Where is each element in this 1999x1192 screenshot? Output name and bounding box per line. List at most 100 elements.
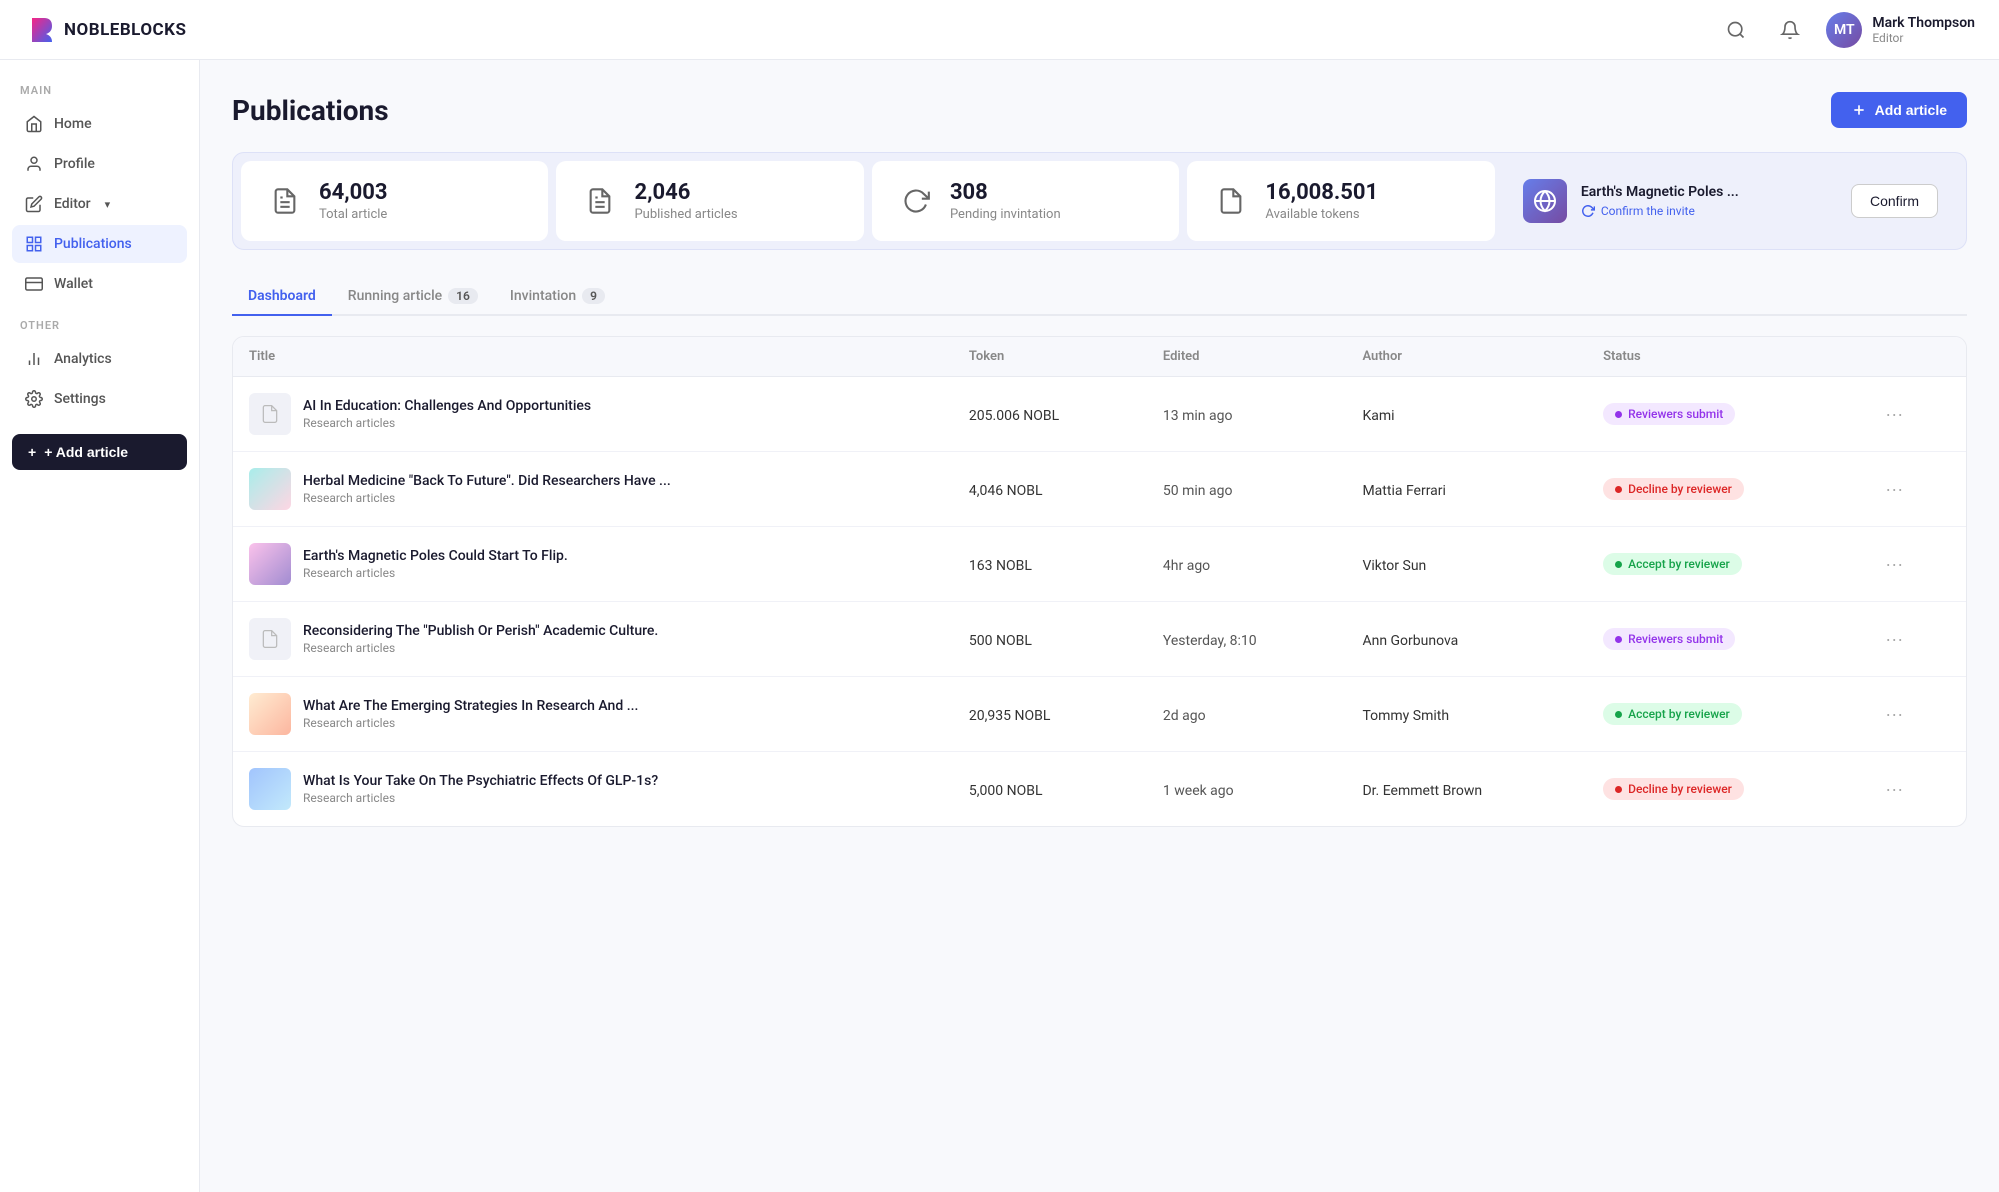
confirm-invite-button[interactable]: Confirm (1851, 184, 1938, 218)
search-button[interactable] (1718, 12, 1754, 48)
sidebar-main-section: MAIN Home Profile Editor ▾ (12, 84, 187, 303)
profile-icon (24, 154, 44, 174)
tab-dashboard-label: Dashboard (248, 288, 316, 304)
layout: MAIN Home Profile Editor ▾ (0, 0, 1999, 1192)
cell-status: Accept by reviewer (1587, 527, 1861, 602)
stat-total-value: 64,003 (319, 180, 388, 205)
cell-actions: ··· (1861, 677, 1966, 752)
cell-edited: 2d ago (1147, 677, 1347, 752)
article-title: Reconsidering The "Publish Or Perish" Ac… (303, 623, 658, 639)
sidebar-item-settings[interactable]: Settings (12, 380, 187, 418)
status-badge: Accept by reviewer (1603, 553, 1742, 575)
article-info: Herbal Medicine "Back To Future". Did Re… (303, 473, 671, 505)
sidebar-add-article-button[interactable]: + + Add article (12, 434, 187, 470)
confirm-card-sub-text: Confirm the invite (1601, 204, 1695, 218)
edited-value: 13 min ago (1163, 408, 1233, 424)
col-author: Author (1346, 337, 1587, 377)
author-value: Mattia Ferrari (1362, 483, 1446, 499)
cell-edited: 50 min ago (1147, 452, 1347, 527)
stat-tokens-icon (1211, 181, 1251, 221)
sidebar-item-wallet[interactable]: Wallet (12, 265, 187, 303)
article-type: Research articles (303, 641, 658, 655)
article-thumb (249, 393, 291, 435)
cell-token: 5,000 NOBL (953, 752, 1147, 827)
tab-running-label: Running article (348, 288, 442, 304)
user-details: Mark Thompson Editor (1872, 15, 1975, 45)
token-value: 4,046 NOBL (969, 483, 1043, 499)
status-dot (1615, 561, 1622, 568)
add-article-top-button[interactable]: Add article (1831, 92, 1967, 128)
user-info[interactable]: MT Mark Thompson Editor (1826, 12, 1975, 48)
home-icon (24, 114, 44, 134)
logo-text: NOBLEBLOCKS (64, 20, 186, 40)
header: NOBLEBLOCKS MT Mark Thompson Editor (0, 0, 1999, 60)
sidebar-item-publications[interactable]: Publications (12, 225, 187, 263)
status-dot (1615, 711, 1622, 718)
analytics-icon (24, 349, 44, 369)
cell-title: Herbal Medicine "Back To Future". Did Re… (233, 452, 953, 527)
sidebar-item-editor[interactable]: Editor ▾ (12, 185, 187, 223)
sidebar-item-home[interactable]: Home (12, 105, 187, 143)
more-options-button[interactable]: ··· (1877, 400, 1911, 429)
cell-actions: ··· (1861, 752, 1966, 827)
stat-tokens: 16,008.501 Available tokens (1187, 161, 1494, 241)
status-text: Decline by reviewer (1628, 482, 1732, 496)
article-info: Earth's Magnetic Poles Could Start To Fl… (303, 548, 568, 580)
table-row: Earth's Magnetic Poles Could Start To Fl… (233, 527, 1966, 602)
page-header: Publications Add article (232, 92, 1967, 128)
cell-title: Earth's Magnetic Poles Could Start To Fl… (233, 527, 953, 602)
table-row: Reconsidering The "Publish Or Perish" Ac… (233, 602, 1966, 677)
cell-actions: ··· (1861, 452, 1966, 527)
cell-edited: 4hr ago (1147, 527, 1347, 602)
tab-running[interactable]: Running article 16 (332, 278, 494, 316)
status-dot (1615, 636, 1622, 643)
article-title: Earth's Magnetic Poles Could Start To Fl… (303, 548, 568, 564)
stat-total-label: Total article (319, 207, 388, 222)
chevron-down-icon: ▾ (105, 198, 111, 211)
logo[interactable]: NOBLEBLOCKS (24, 14, 186, 46)
tab-dashboard[interactable]: Dashboard (232, 278, 332, 316)
token-value: 20,935 NOBL (969, 708, 1050, 724)
cell-token: 4,046 NOBL (953, 452, 1147, 527)
col-actions (1861, 337, 1966, 377)
sidebar-item-analytics[interactable]: Analytics (12, 340, 187, 378)
tab-invitation[interactable]: Invintation 9 (494, 278, 621, 316)
table-row: Herbal Medicine "Back To Future". Did Re… (233, 452, 1966, 527)
table-row: AI In Education: Challenges And Opportun… (233, 377, 1966, 452)
cell-author: Mattia Ferrari (1346, 452, 1587, 527)
user-name: Mark Thompson (1872, 15, 1975, 31)
tab-invitation-badge: 9 (582, 288, 605, 304)
more-options-button[interactable]: ··· (1877, 550, 1911, 579)
stat-total-info: 64,003 Total article (319, 180, 388, 222)
stats-row: 64,003 Total article 2,046 Published art… (232, 152, 1967, 250)
more-options-button[interactable]: ··· (1877, 625, 1911, 654)
article-type: Research articles (303, 566, 568, 580)
sidebar-home-label: Home (54, 116, 92, 132)
cell-edited: Yesterday, 8:10 (1147, 602, 1347, 677)
tab-running-badge: 16 (448, 288, 478, 304)
cell-status: Decline by reviewer (1587, 752, 1861, 827)
sidebar-other-section: OTHER Analytics Settings (12, 319, 187, 418)
cell-author: Tommy Smith (1346, 677, 1587, 752)
cell-author: Dr. Eemmett Brown (1346, 752, 1587, 827)
more-options-button[interactable]: ··· (1877, 775, 1911, 804)
tabs: Dashboard Running article 16 Invintation… (232, 278, 1967, 316)
token-value: 163 NOBL (969, 558, 1032, 574)
notifications-button[interactable] (1772, 12, 1808, 48)
sidebar-profile-label: Profile (54, 156, 95, 172)
sidebar-editor-label: Editor (54, 196, 91, 212)
sidebar-item-profile[interactable]: Profile (12, 145, 187, 183)
more-options-button[interactable]: ··· (1877, 475, 1911, 504)
more-options-button[interactable]: ··· (1877, 700, 1911, 729)
user-role: Editor (1872, 31, 1975, 45)
status-dot (1615, 486, 1622, 493)
cell-author: Kami (1346, 377, 1587, 452)
cell-token: 163 NOBL (953, 527, 1147, 602)
cell-edited: 13 min ago (1147, 377, 1347, 452)
sidebar: MAIN Home Profile Editor ▾ (0, 60, 200, 1192)
edit-icon (24, 194, 44, 214)
page-title: Publications (232, 94, 389, 127)
article-title: What Are The Emerging Strategies In Rese… (303, 698, 638, 714)
cell-author: Ann Gorbunova (1346, 602, 1587, 677)
table-body: AI In Education: Challenges And Opportun… (233, 377, 1966, 827)
